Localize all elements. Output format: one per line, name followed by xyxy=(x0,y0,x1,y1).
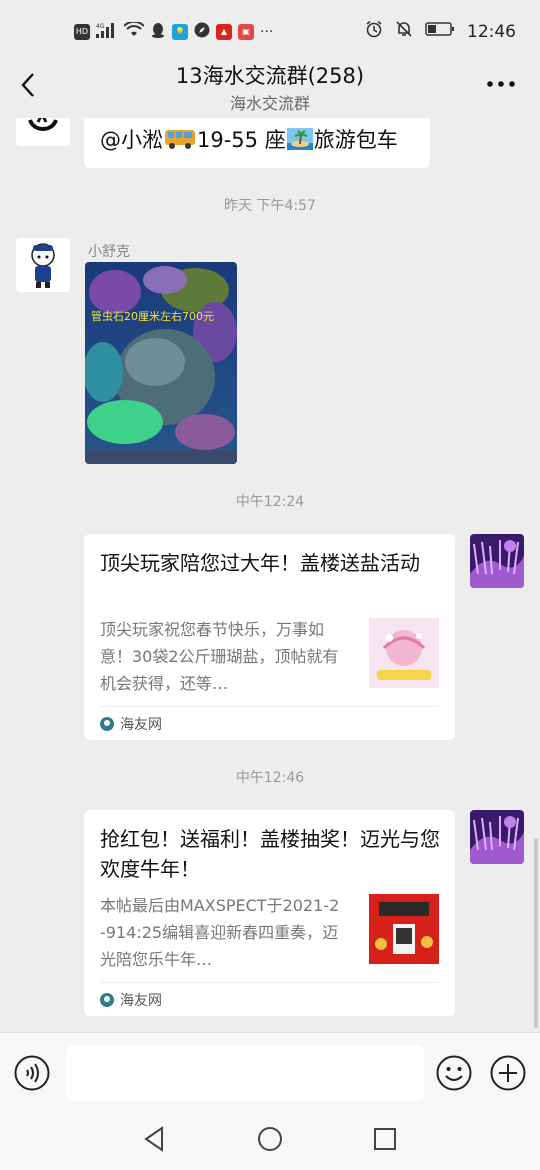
card-source: 海友网 xyxy=(100,714,162,734)
avatar[interactable] xyxy=(16,238,70,292)
square-recents-icon xyxy=(374,1128,396,1150)
card-thumbnail xyxy=(369,894,439,964)
more-functions-button[interactable] xyxy=(490,1055,526,1091)
source-logo-icon xyxy=(100,717,114,731)
link-card[interactable]: 抢红包！送福利！盖楼抽奖！迈光与您欢度牛年！ 本帖最后由MAXSPECT于202… xyxy=(84,810,455,1016)
link-card[interactable]: 顶尖玩家陪您过大年！盖楼送盐活动 顶尖玩家祝您春节快乐，万事如意！30袋2公斤珊… xyxy=(84,534,455,740)
card-divider xyxy=(100,706,439,707)
card2-thumb-image xyxy=(369,894,439,964)
voice-button[interactable] xyxy=(14,1055,50,1091)
nav-recents-button[interactable] xyxy=(370,1124,400,1154)
card-description: 顶尖玩家祝您春节快乐，万事如意！30袋2公斤珊瑚盐，顶帖就有机会获得，还等… xyxy=(100,620,339,693)
my-avatar[interactable] xyxy=(470,810,524,864)
chat-area[interactable]: @小淞 19-55 座 旅游包车 昨天 下午4:57 小舒克 管虫石20厘米左右… xyxy=(0,118,540,1032)
source-logo-icon xyxy=(100,993,114,1007)
emoji-icon xyxy=(436,1055,472,1091)
more-button[interactable] xyxy=(484,72,518,96)
card-title: 抢红包！送福利！盖楼抽奖！迈光与您欢度牛年！ xyxy=(100,827,440,881)
plus-icon xyxy=(490,1055,526,1091)
chat-subtitle: 海水交流群 xyxy=(229,94,310,113)
chat-title: 13海水交流群(258) xyxy=(175,64,365,88)
status-right-icons: 12:46 xyxy=(365,20,516,43)
compass-app-icon xyxy=(194,22,210,42)
mute-icon xyxy=(395,20,413,43)
chat-header: 13海水交流群(258) 海水交流群 xyxy=(0,54,540,118)
scrollbar[interactable] xyxy=(534,838,538,1028)
red-app-icon: ▲ xyxy=(216,24,232,40)
avatar-logo-icon xyxy=(16,118,70,146)
box-app-icon: ▣ xyxy=(238,24,254,40)
card-divider xyxy=(100,982,439,983)
card-source: 海友网 xyxy=(100,990,162,1010)
system-nav-bar xyxy=(0,1114,540,1170)
timestamp: 中午12:46 xyxy=(235,770,305,786)
input-bar xyxy=(0,1032,540,1115)
message-bubble[interactable]: @小淞 19-55 座 旅游包车 xyxy=(84,118,430,168)
voice-icon xyxy=(14,1055,50,1091)
status-more: ··· xyxy=(260,24,274,40)
avatar-coral-icon xyxy=(470,810,524,864)
coral-photo xyxy=(85,262,237,464)
qq-icon xyxy=(150,22,166,42)
status-time: 12:46 xyxy=(467,21,516,42)
triangle-back-icon xyxy=(144,1126,163,1152)
avatar-cartoon-icon xyxy=(16,238,70,292)
svg-text:4G: 4G xyxy=(96,23,105,30)
message-text: @小淞 19-55 座 旅游包车 xyxy=(100,128,398,152)
card-thumbnail xyxy=(369,618,439,688)
battery-icon xyxy=(425,21,455,42)
bulb-app-icon: 💡 xyxy=(172,24,188,40)
sender-name: 小舒克 xyxy=(88,244,130,260)
alarm-icon xyxy=(365,20,383,43)
emoji-button[interactable] xyxy=(436,1055,472,1091)
signal-icon: 4G xyxy=(96,22,118,42)
nav-back-button[interactable] xyxy=(140,1124,170,1154)
timestamp: 昨天 下午4:57 xyxy=(224,198,316,214)
message-input[interactable] xyxy=(66,1045,424,1101)
card1-thumb-image xyxy=(369,618,439,688)
bus-emoji-icon xyxy=(164,128,196,150)
card-description: 本帖最后由MAXSPECT于2021-2-914:25编辑喜迎新春四重奏，迈光陪… xyxy=(100,896,340,969)
more-dots-icon xyxy=(487,81,515,87)
avatar-coral-icon xyxy=(470,534,524,588)
hd-icon: HD xyxy=(74,24,90,40)
my-avatar[interactable] xyxy=(470,534,524,588)
island-emoji-icon xyxy=(286,128,313,150)
circle-home-icon xyxy=(258,1127,282,1151)
image-caption: 管虫石20厘米左右700元 xyxy=(91,310,214,323)
status-left-icons: HD 4G 💡 ▲ ▣ ··· xyxy=(74,20,274,42)
card-title: 顶尖玩家陪您过大年！盖楼送盐活动 xyxy=(100,551,420,575)
timestamp: 中午12:24 xyxy=(235,494,305,510)
nav-home-button[interactable] xyxy=(255,1124,285,1154)
image-message[interactable]: 管虫石20厘米左右700元 xyxy=(85,262,237,464)
avatar[interactable] xyxy=(16,118,70,146)
wifi-icon xyxy=(123,20,145,42)
